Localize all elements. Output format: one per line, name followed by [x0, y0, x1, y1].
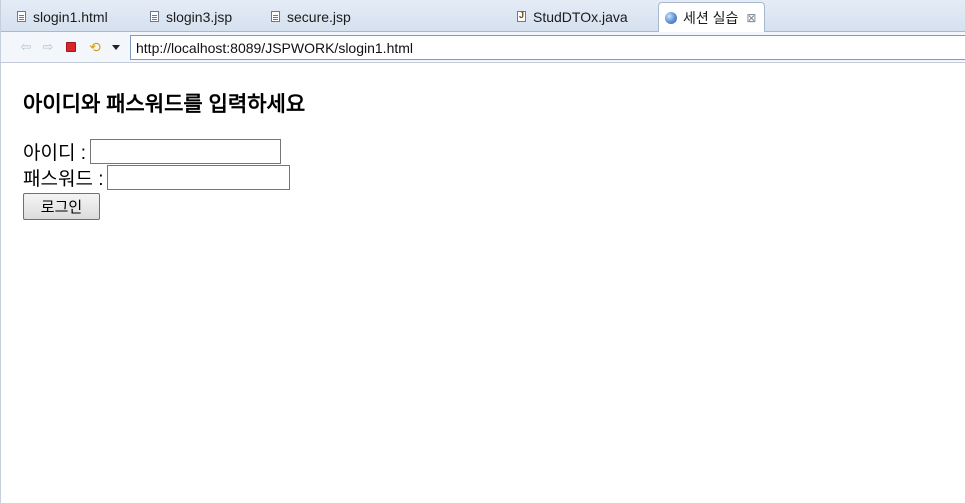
- history-dropdown[interactable]: [108, 39, 124, 55]
- tab-label: slogin1.html: [33, 8, 108, 25]
- chevron-down-icon: [112, 44, 120, 50]
- tab-secure-jsp[interactable]: secure.jsp: [271, 2, 351, 31]
- editor-tab-bar: slogin1.html slogin3.jsp secure.jsp Stud…: [1, 0, 965, 32]
- password-row: 패스워드 :: [23, 164, 291, 191]
- forward-icon[interactable]: ⇨: [40, 39, 56, 55]
- password-input[interactable]: [107, 165, 291, 190]
- tab-studdtox-java[interactable]: StudDTOx.java: [517, 2, 628, 31]
- tab-label: secure.jsp: [287, 8, 351, 25]
- close-icon[interactable]: ⊠: [746, 11, 756, 25]
- tab-label: StudDTOx.java: [533, 8, 628, 25]
- page-heading: 아이디와 패스워드를 입력하세요: [23, 93, 306, 116]
- tab-label: 세션 실습: [683, 9, 739, 26]
- back-icon[interactable]: ⇦: [18, 39, 34, 55]
- tab-slogin3-jsp[interactable]: slogin3.jsp: [150, 2, 232, 31]
- html-file-icon: [17, 11, 26, 22]
- tab-label: slogin3.jsp: [166, 8, 233, 25]
- browser-window: slogin1.html slogin3.jsp secure.jsp Stud…: [0, 0, 965, 503]
- stop-icon[interactable]: [63, 39, 79, 55]
- jsp-file-icon: [150, 11, 159, 22]
- tab-slogin1-html[interactable]: slogin1.html: [17, 2, 108, 31]
- id-label: 아이디 :: [23, 143, 86, 164]
- globe-icon: [665, 11, 677, 24]
- browser-toolbar: ⇦ ⇨ ⟲ http://localhost:8089/JSPWORK/slog…: [1, 32, 965, 63]
- tab-session-practice[interactable]: 세션 실습 ⊠: [658, 2, 766, 32]
- refresh-icon[interactable]: ⟲: [87, 39, 103, 55]
- jsp-file-icon: [271, 11, 280, 22]
- url-input[interactable]: http://localhost:8089/JSPWORK/slogin1.ht…: [130, 35, 965, 60]
- id-row: 아이디 :: [23, 138, 281, 165]
- id-input[interactable]: [90, 139, 281, 164]
- java-file-icon: [517, 10, 526, 22]
- login-button[interactable]: 로그인: [23, 193, 100, 220]
- password-label: 패스워드 :: [23, 169, 104, 190]
